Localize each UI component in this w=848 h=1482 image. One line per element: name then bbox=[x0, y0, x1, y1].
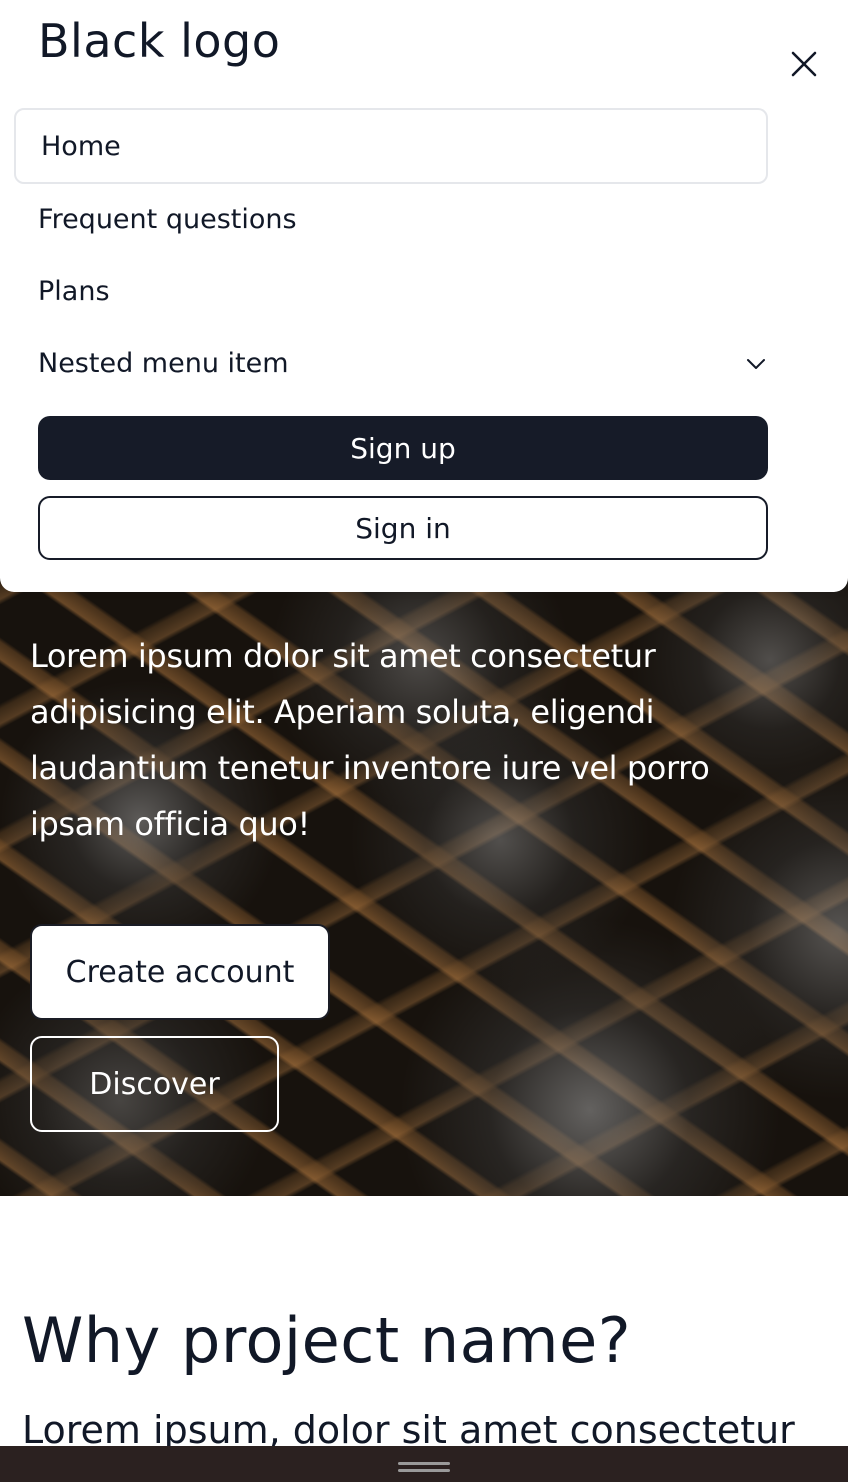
sign-in-button[interactable]: Sign in bbox=[38, 496, 768, 560]
nav-item-frequent-questions[interactable]: Frequent questions bbox=[38, 203, 297, 237]
hero-text: Lorem ipsum dolor sit amet consectetur a… bbox=[30, 637, 710, 843]
sign-up-button[interactable]: Sign up bbox=[38, 416, 768, 480]
discover-button[interactable]: Discover bbox=[30, 1036, 279, 1132]
logo[interactable]: Black logo bbox=[38, 14, 280, 68]
nav-item-home[interactable]: Home bbox=[14, 108, 768, 184]
mobile-menu: Black logo Home Frequent questions Plans… bbox=[0, 0, 848, 592]
drag-handle[interactable] bbox=[398, 1462, 450, 1465]
close-icon bbox=[791, 51, 817, 77]
section-title: Why project name? bbox=[22, 1304, 632, 1377]
nav-item-nested-menu[interactable]: Nested menu item bbox=[38, 347, 289, 381]
create-account-button[interactable]: Create account bbox=[30, 924, 330, 1020]
close-button[interactable] bbox=[786, 46, 822, 82]
drag-handle[interactable] bbox=[398, 1469, 450, 1472]
chevron-down-icon[interactable] bbox=[744, 352, 768, 376]
nav-item-plans[interactable]: Plans bbox=[38, 275, 110, 309]
bottom-bar bbox=[0, 1446, 848, 1482]
